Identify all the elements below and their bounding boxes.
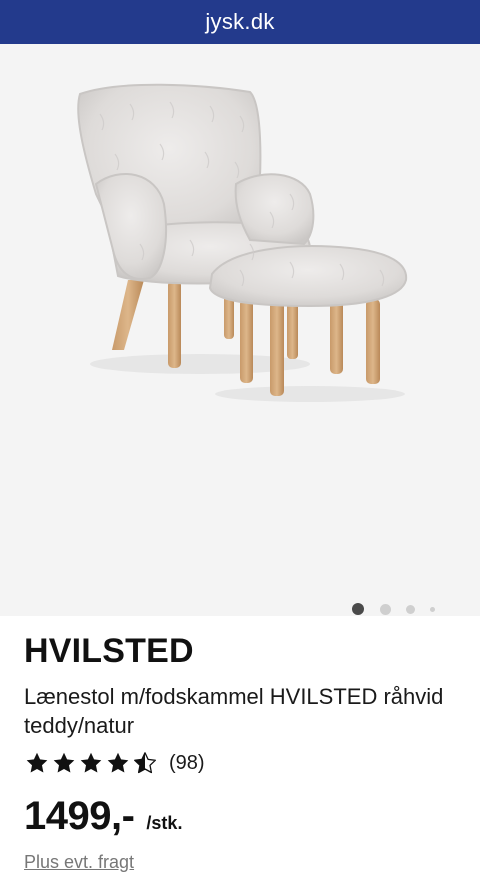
product-rating[interactable]: (98) <box>24 750 205 776</box>
star-filled-icon <box>53 752 75 773</box>
rating-count: (98) <box>169 751 205 774</box>
carousel-dot[interactable] <box>406 605 415 614</box>
product-image-gallery[interactable] <box>0 44 480 616</box>
star-filled-icon <box>107 752 129 773</box>
price-unit: /stk. <box>146 813 183 833</box>
product-description[interactable]: Lænestol m/fodskammel HVILSTED råhvid te… <box>24 682 464 740</box>
carousel-pagination <box>0 603 480 616</box>
carousel-dot-active[interactable] <box>352 603 364 615</box>
url-text: jysk.dk <box>205 9 275 34</box>
product-brand: HVILSTED <box>24 632 194 670</box>
star-filled-icon <box>80 752 102 773</box>
price-row: 1499,- /stk. <box>24 794 182 839</box>
star-filled-icon <box>26 752 48 773</box>
rating-stars <box>24 751 159 775</box>
product-image <box>77 83 408 402</box>
browser-address-bar[interactable]: jysk.dk <box>0 0 480 44</box>
product-price: 1499,- <box>24 794 135 838</box>
star-half-icon <box>134 752 156 774</box>
carousel-dot[interactable] <box>380 604 391 615</box>
carousel-dot[interactable] <box>430 607 435 612</box>
shipping-link[interactable]: Plus evt. fragt <box>24 852 134 873</box>
